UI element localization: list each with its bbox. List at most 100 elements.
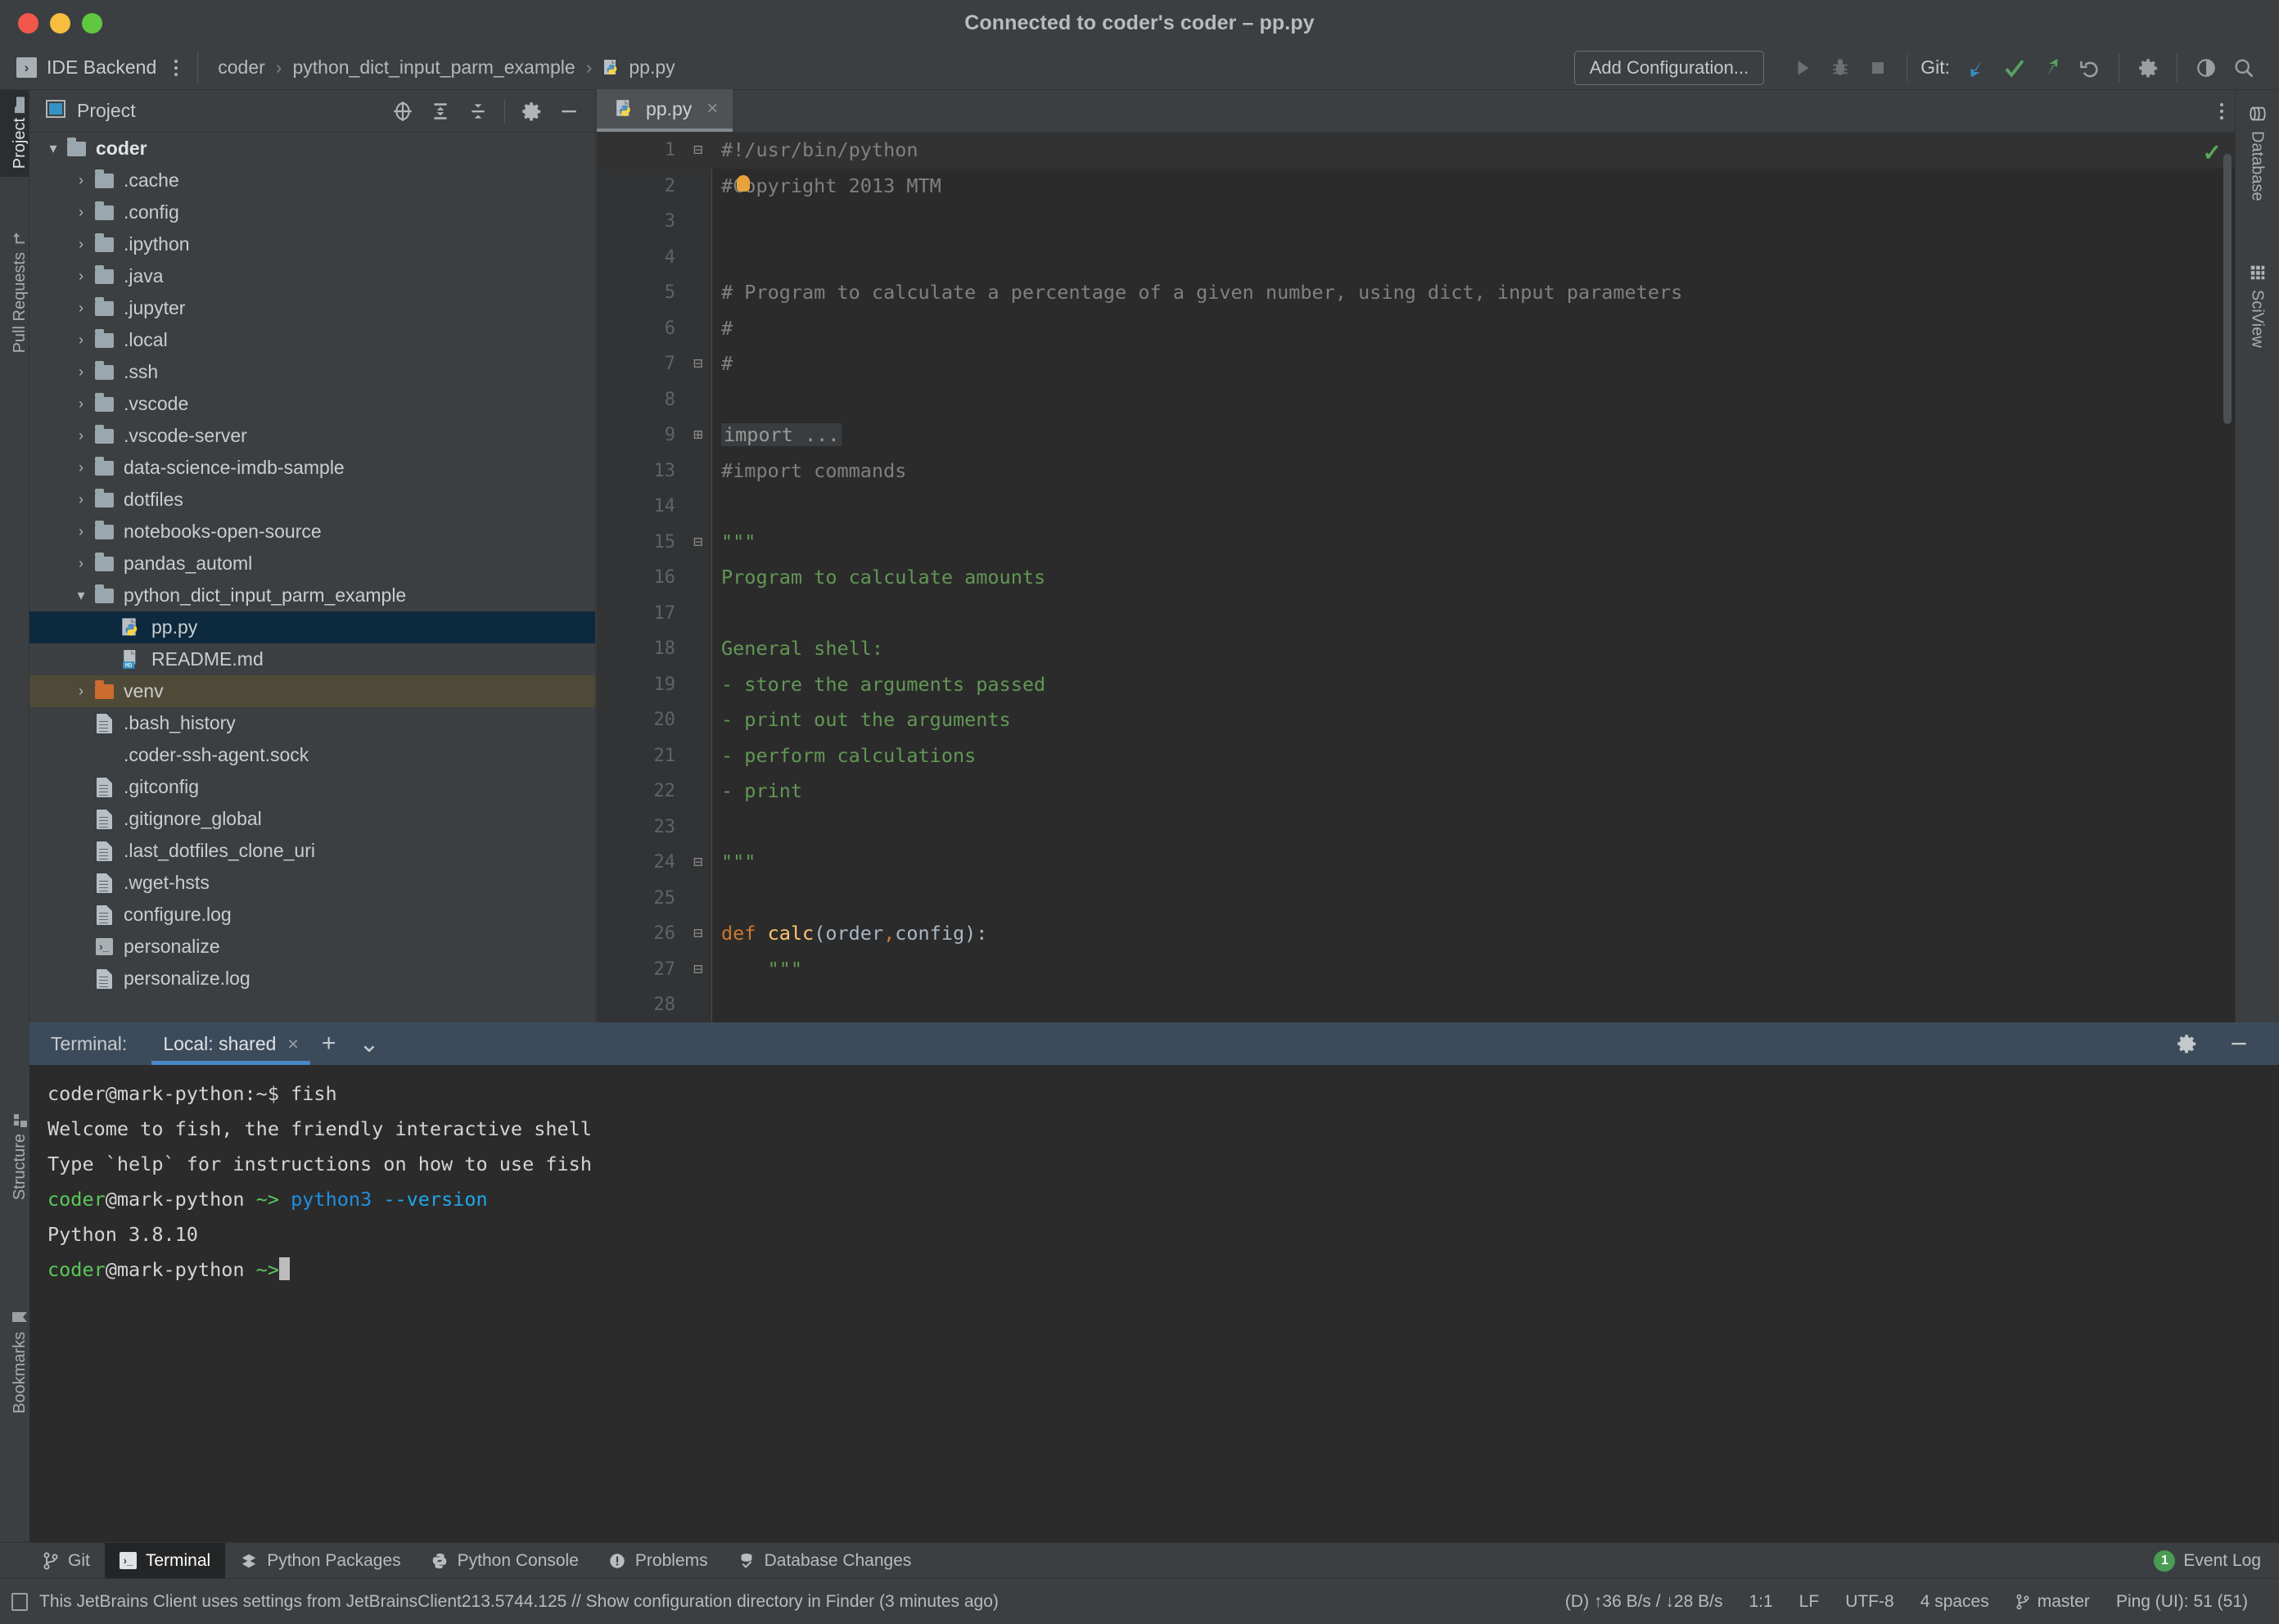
tree-item-personalize-log[interactable]: personalize.log: [29, 963, 595, 995]
debug-icon[interactable]: [1821, 49, 1859, 87]
code-line[interactable]: 19 - store the arguments passed: [597, 667, 2235, 703]
code-line[interactable]: 22 - print: [597, 774, 2235, 810]
notification-icon[interactable]: [11, 1592, 28, 1611]
chevron-down-icon[interactable]: ▾: [70, 587, 92, 604]
tool-window-terminal[interactable]: ›_ Terminal: [104, 1542, 226, 1579]
select-opened-file-icon[interactable]: [386, 95, 419, 128]
tree-item-dotfiles[interactable]: › dotfiles: [29, 484, 595, 516]
git-commit-check-icon[interactable]: [1996, 49, 2033, 87]
project-file-tree[interactable]: ▾ coder › .cache › .config › .ipython › .java › .ju…: [29, 133, 595, 1022]
git-update-icon[interactable]: [1958, 49, 1996, 87]
code-line[interactable]: 13 #import commands: [597, 453, 2235, 489]
tree-item-pandas-automl[interactable]: › pandas_automl: [29, 548, 595, 580]
chevron-right-icon[interactable]: ›: [70, 204, 92, 221]
code-line[interactable]: 4: [597, 240, 2235, 276]
code-line[interactable]: 7 ⊟ #: [597, 346, 2235, 382]
code-line[interactable]: 27 ⊟ """: [597, 952, 2235, 988]
settings-gear-icon[interactable]: [2129, 49, 2167, 87]
tree-item-local[interactable]: › .local: [29, 324, 595, 356]
status-indent[interactable]: 4 spaces: [1907, 1592, 2002, 1612]
tree-item-readme-md[interactable]: MD README.md: [29, 643, 595, 675]
terminal-settings-gear-icon[interactable]: [2164, 1033, 2209, 1054]
stop-icon[interactable]: [1859, 49, 1897, 87]
gear-icon[interactable]: [515, 95, 548, 128]
tree-item-bash-history[interactable]: .bash_history: [29, 707, 595, 739]
event-log-widget[interactable]: 1 Event Log: [2154, 1550, 2279, 1572]
code-line[interactable]: 15 ⊟ """: [597, 525, 2235, 561]
code-line[interactable]: 20 - print out the arguments: [597, 702, 2235, 738]
tool-window-python-console[interactable]: Python Console: [416, 1543, 593, 1579]
status-line-separator[interactable]: LF: [1786, 1592, 1833, 1612]
tool-window-database-changes[interactable]: Database Changes: [723, 1543, 927, 1579]
breadcrumb-item-0[interactable]: coder: [213, 54, 270, 81]
code-editor[interactable]: 1 ⊟ #!/usr/bin/python 2 #Copyright 2013 MTM 3…: [597, 133, 2235, 1022]
code-line[interactable]: 18 General shell:: [597, 631, 2235, 667]
ide-backend-more-icon[interactable]: [169, 56, 183, 79]
tree-item-ipython[interactable]: › .ipython: [29, 228, 595, 260]
chevron-right-icon[interactable]: ›: [70, 268, 92, 285]
chevron-right-icon[interactable]: ›: [70, 491, 92, 508]
run-icon[interactable]: [1784, 49, 1821, 87]
chevron-right-icon[interactable]: ›: [70, 395, 92, 413]
chevron-right-icon[interactable]: ›: [70, 363, 92, 381]
code-line[interactable]: 28: [597, 987, 2235, 1022]
tree-item-gitignore-global[interactable]: .gitignore_global: [29, 803, 595, 835]
collapse-all-icon[interactable]: [462, 95, 494, 128]
tree-item-vscode-server[interactable]: › .vscode-server: [29, 420, 595, 452]
editor-tab-more-icon[interactable]: [2220, 102, 2223, 120]
tool-window-problems[interactable]: Problems: [593, 1543, 723, 1579]
breadcrumb-item-2[interactable]: pp.py: [598, 54, 679, 81]
status-encoding[interactable]: UTF-8: [1832, 1592, 1907, 1612]
code-line[interactable]: 9 ⊞ import ...: [597, 417, 2235, 453]
tree-item-last-dotfiles-clone-uri[interactable]: .last_dotfiles_clone_uri: [29, 835, 595, 867]
code-line[interactable]: 6 #: [597, 311, 2235, 347]
sidebar-tab-structure[interactable]: Structure: [0, 1104, 29, 1208]
tree-item-wget-hsts[interactable]: .wget-hsts: [29, 867, 595, 899]
chevron-down-icon[interactable]: ▾: [43, 140, 64, 157]
code-line[interactable]: 23: [597, 810, 2235, 846]
sidebar-tab-project[interactable]: Project: [0, 90, 29, 178]
hide-panel-icon[interactable]: [553, 95, 585, 128]
code-line[interactable]: 24 ⊟ """: [597, 845, 2235, 881]
chevron-right-icon[interactable]: ›: [70, 427, 92, 444]
tree-item-venv[interactable]: › venv: [29, 675, 595, 707]
code-line[interactable]: 3: [597, 204, 2235, 240]
tree-item-data-science-imdb-sample[interactable]: › data-science-imdb-sample: [29, 452, 595, 484]
status-caret-position[interactable]: 1:1: [1735, 1592, 1785, 1612]
terminal-output[interactable]: coder@mark-python:~$ fish Welcome to fish…: [29, 1065, 2279, 1543]
status-message[interactable]: This JetBrains Client uses settings from…: [39, 1592, 999, 1612]
code-line[interactable]: 5 # Program to calculate a percentage of …: [597, 275, 2235, 311]
code-line[interactable]: 17: [597, 596, 2235, 632]
hide-terminal-icon[interactable]: [2217, 1033, 2261, 1054]
tool-window-python-packages[interactable]: Python Packages: [225, 1543, 415, 1579]
terminal-tab-local-shared[interactable]: Local: shared ×: [151, 1022, 310, 1065]
search-everywhere-icon[interactable]: [2187, 49, 2225, 87]
tree-item-python-dict-input-parm-example[interactable]: ▾ python_dict_input_parm_example: [29, 580, 595, 611]
tree-item-gitconfig[interactable]: .gitconfig: [29, 771, 595, 803]
chevron-right-icon[interactable]: ›: [70, 236, 92, 253]
tree-item-configure-log[interactable]: configure.log: [29, 899, 595, 931]
tree-item-cache[interactable]: › .cache: [29, 165, 595, 196]
sidebar-tab-database[interactable]: Database: [2235, 95, 2279, 211]
chevron-right-icon[interactable]: ›: [70, 459, 92, 476]
editor-scrollbar[interactable]: [2223, 154, 2232, 424]
tree-item-personalize[interactable]: ›_ personalize: [29, 931, 595, 963]
tree-item-coder-ssh-agent-sock[interactable]: .coder-ssh-agent.sock: [29, 739, 595, 771]
code-line[interactable]: 21 - perform calculations: [597, 738, 2235, 774]
code-line[interactable]: 8: [597, 382, 2235, 418]
code-line[interactable]: 26 ⊟ def calc(order,config):: [597, 916, 2235, 952]
chevron-right-icon[interactable]: ›: [70, 555, 92, 572]
sidebar-tab-bookmarks[interactable]: Bookmarks: [0, 1301, 29, 1422]
undo-icon[interactable]: [2071, 49, 2109, 87]
editor-tab-pp-py[interactable]: pp.py ×: [597, 89, 733, 132]
tree-item-notebooks-open-source[interactable]: › notebooks-open-source: [29, 516, 595, 548]
magnifier-icon[interactable]: [2225, 49, 2263, 87]
sidebar-tab-sciview[interactable]: SciView: [2235, 254, 2279, 358]
chevron-right-icon[interactable]: ›: [70, 300, 92, 317]
chevron-right-icon[interactable]: ›: [70, 332, 92, 349]
tree-item-java[interactable]: › .java: [29, 260, 595, 292]
tree-item-pp-py[interactable]: pp.py: [29, 611, 595, 643]
expand-all-icon[interactable]: [424, 95, 457, 128]
code-line[interactable]: 1 ⊟ #!/usr/bin/python: [597, 133, 2235, 169]
tool-window-git[interactable]: Git: [28, 1543, 105, 1579]
